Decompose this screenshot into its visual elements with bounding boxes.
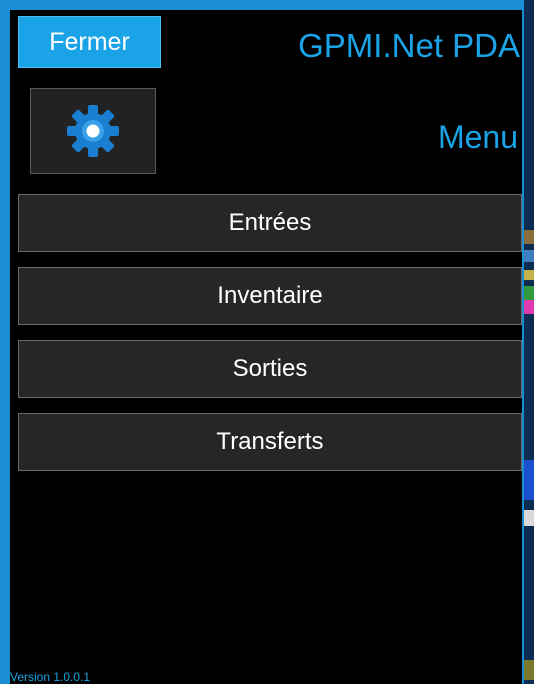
- app-title: GPMI.Net PDA: [298, 27, 520, 64]
- menu-button-transferts[interactable]: Transferts: [18, 413, 522, 471]
- page-title: Menu: [437, 119, 518, 155]
- menu-button-entrees[interactable]: Entrées: [18, 194, 522, 252]
- background-window-strip: [524, 0, 534, 684]
- gear-icon: [67, 105, 119, 157]
- version-label: Version 1.0.0.1: [10, 670, 91, 684]
- close-button[interactable]: Fermer: [18, 16, 161, 68]
- main-menu: Entrées Inventaire Sorties Transferts: [18, 194, 522, 486]
- settings-button[interactable]: [30, 88, 156, 174]
- app-window: Fermer GPMI.Net PDA Menu Entrées Inventa…: [10, 10, 522, 684]
- menu-button-sorties[interactable]: Sorties: [18, 340, 522, 398]
- menu-button-inventaire[interactable]: Inventaire: [18, 267, 522, 325]
